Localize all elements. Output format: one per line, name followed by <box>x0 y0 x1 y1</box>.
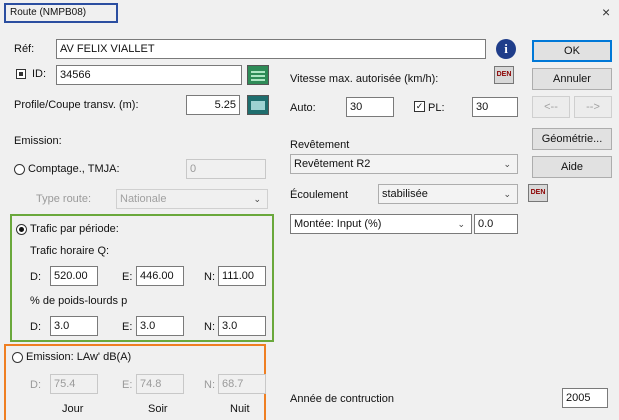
annuler-button[interactable]: Annuler <box>532 68 612 90</box>
id-square-icon <box>16 69 26 79</box>
trafic-n-label: N: <box>204 271 215 283</box>
trafic-d-input[interactable]: 520.00 <box>50 266 98 286</box>
pl-d-label: D: <box>30 321 41 333</box>
emission-law-label: Emission: LAw' dB(A) <box>26 351 132 363</box>
soir-label: Soir <box>148 403 168 415</box>
ecoulement-value: stabilisée <box>382 188 428 200</box>
law-n-label: N: <box>204 379 215 391</box>
law-d-label: D: <box>30 379 41 391</box>
profile-folder-icon[interactable] <box>247 95 269 115</box>
pl-checkbox[interactable]: ✓ <box>414 101 425 112</box>
pl-e-input[interactable]: 3.0 <box>136 316 184 336</box>
pl-n-label: N: <box>204 321 215 333</box>
pl-n-input[interactable]: 3.0 <box>218 316 266 336</box>
emission-law-radio[interactable] <box>12 352 23 363</box>
trafic-d-label: D: <box>30 271 41 283</box>
emission-heading: Emission: <box>14 135 62 147</box>
vitesse-label: Vitesse max. autorisée (km/h): <box>290 73 439 85</box>
back-button[interactable]: <-- <box>532 96 570 118</box>
comptage-input[interactable]: 0 <box>186 159 266 179</box>
profile-input[interactable]: 5.25 <box>186 95 240 115</box>
montee-input[interactable]: 0.0 <box>474 214 518 234</box>
nuit-label: Nuit <box>230 403 250 415</box>
jour-label: Jour <box>62 403 84 415</box>
montee-value: Montée: Input (%) <box>294 218 382 230</box>
trafic-label: Trafic par période: <box>30 223 119 235</box>
comptage-label: Comptage., TMJA: <box>28 163 120 175</box>
profile-label: Profile/Coupe transv. (m): <box>14 99 139 111</box>
grid-icon[interactable] <box>247 65 269 85</box>
chevron-down-icon: ⌄ <box>253 194 261 204</box>
pl-input[interactable]: 30 <box>472 97 518 117</box>
trafic-n-input[interactable]: 111.00 <box>218 266 266 286</box>
chevron-down-icon: ⌄ <box>503 159 511 169</box>
chevron-down-icon: ⌄ <box>503 189 511 199</box>
poids-lourds-label: % de poids-lourds p <box>30 295 128 307</box>
id-input[interactable]: 34566 <box>56 65 242 85</box>
geometrie-button[interactable]: Géométrie... <box>532 128 612 150</box>
pl-label: PL: <box>428 102 445 114</box>
law-n-input[interactable]: 68.7 <box>218 374 266 394</box>
comptage-radio[interactable] <box>14 164 25 175</box>
ref-input[interactable]: AV FELIX VIALLET <box>56 39 486 59</box>
montee-select[interactable]: Montée: Input (%) ⌄ <box>290 214 472 234</box>
revetement-label: Revêtement <box>290 139 350 151</box>
annee-label: Année de contruction <box>290 393 394 405</box>
pl-d-input[interactable]: 3.0 <box>50 316 98 336</box>
id-label: ID: <box>32 68 47 80</box>
law-e-input[interactable]: 74.8 <box>136 374 184 394</box>
ok-button[interactable]: OK <box>532 40 612 62</box>
ecoulement-label: Écoulement <box>290 189 349 201</box>
vitesse-den-button[interactable]: DEN <box>494 66 514 84</box>
annee-input[interactable]: 2005 <box>562 388 608 408</box>
ecoulement-den-button[interactable]: DEN <box>528 184 548 202</box>
aide-button[interactable]: Aide <box>532 156 612 178</box>
revetement-select[interactable]: Revêtement R2 ⌄ <box>290 154 518 174</box>
auto-label: Auto: <box>290 102 316 114</box>
ref-label: Réf: <box>14 43 35 55</box>
info-icon[interactable]: i <box>496 39 516 59</box>
trafic-radio[interactable] <box>16 224 27 235</box>
ecoulement-select[interactable]: stabilisée ⌄ <box>378 184 518 204</box>
type-route-value: Nationale <box>120 193 167 205</box>
law-d-input[interactable]: 75.4 <box>50 374 98 394</box>
close-icon[interactable]: × <box>602 5 610 19</box>
forward-button[interactable]: --> <box>574 96 612 118</box>
type-route-label: Type route: <box>36 193 92 205</box>
window-title: Route (NMPB08) <box>10 7 87 18</box>
revetement-value: Revêtement R2 <box>294 158 371 170</box>
law-e-label: E: <box>122 379 133 391</box>
chevron-down-icon: ⌄ <box>457 219 465 229</box>
pl-e-label: E: <box>122 321 133 333</box>
type-route-select[interactable]: Nationale ⌄ <box>116 189 268 209</box>
trafic-horaire-label: Trafic horaire Q: <box>30 245 110 257</box>
trafic-e-input[interactable]: 446.00 <box>136 266 184 286</box>
trafic-e-label: E: <box>122 271 133 283</box>
auto-input[interactable]: 30 <box>346 97 394 117</box>
